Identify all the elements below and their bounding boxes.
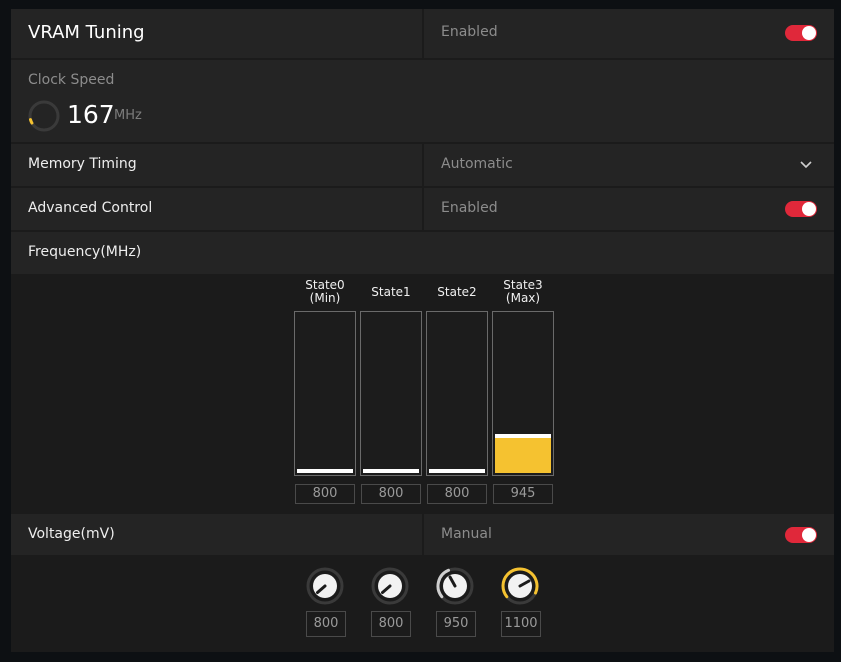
state-name: State2 bbox=[437, 285, 477, 299]
memory-timing-label: Memory Timing bbox=[28, 156, 137, 172]
frequency-label: Frequency(MHz) bbox=[28, 244, 142, 260]
vram-tuning-title-cell: VRAM Tuning bbox=[11, 9, 422, 58]
chevron-down-icon bbox=[800, 161, 812, 169]
state3-slider[interactable] bbox=[492, 311, 554, 476]
page-title: VRAM Tuning bbox=[28, 22, 145, 43]
voltage-row: Voltage(mV) Manual bbox=[11, 514, 834, 555]
memory-timing-label-cell: Memory Timing bbox=[11, 144, 422, 186]
state-name: State1 bbox=[371, 285, 411, 299]
slider-handle[interactable] bbox=[363, 469, 419, 473]
state2-value[interactable]: 800 bbox=[427, 484, 487, 504]
memory-timing-row: Memory Timing Automatic bbox=[11, 144, 834, 186]
advanced-control-label-cell: Advanced Control bbox=[11, 188, 422, 230]
voltage-value-0[interactable]: 800 bbox=[306, 611, 346, 637]
clock-speed-unit: MHz bbox=[114, 108, 142, 123]
voltage-mode-cell: Manual bbox=[424, 514, 834, 555]
voltage-value-1[interactable]: 800 bbox=[371, 611, 411, 637]
voltage-knob-3[interactable] bbox=[500, 566, 540, 606]
vram-tuning-status: Enabled bbox=[441, 24, 498, 40]
vram-tuning-status-cell: Enabled bbox=[424, 9, 834, 58]
slider-handle[interactable] bbox=[297, 469, 353, 473]
frequency-row: Frequency(MHz) bbox=[11, 232, 834, 274]
state1-value[interactable]: 800 bbox=[361, 484, 421, 504]
slider-handle[interactable] bbox=[495, 434, 551, 438]
clock-speed-value: 167 bbox=[67, 100, 115, 129]
state1-slider[interactable] bbox=[360, 311, 422, 476]
voltage-knobs: 800 800 950 1100 bbox=[11, 555, 834, 652]
voltage-knob-1[interactable] bbox=[370, 566, 410, 606]
clock-gauge-icon bbox=[28, 100, 60, 132]
state2-slider[interactable] bbox=[426, 311, 488, 476]
advanced-control-status: Enabled bbox=[441, 200, 498, 216]
advanced-control-status-cell: Enabled bbox=[424, 188, 834, 230]
vram-tuning-panel: VRAM Tuning Enabled Clock Speed 167 MHz … bbox=[11, 9, 834, 652]
clock-speed-label: Clock Speed bbox=[28, 72, 115, 88]
state0-slider[interactable] bbox=[294, 311, 356, 476]
advanced-control-toggle[interactable] bbox=[785, 201, 817, 217]
memory-timing-dropdown[interactable]: Automatic bbox=[424, 144, 834, 186]
toggle-knob bbox=[802, 528, 816, 542]
state0-value[interactable]: 800 bbox=[295, 484, 355, 504]
clock-speed-row: Clock Speed 167 MHz bbox=[11, 60, 834, 142]
voltage-value-2[interactable]: 950 bbox=[436, 611, 476, 637]
vram-tuning-row: VRAM Tuning Enabled bbox=[11, 9, 834, 58]
state3-value[interactable]: 945 bbox=[493, 484, 553, 504]
voltage-knob-2[interactable] bbox=[435, 566, 475, 606]
voltage-label-cell: Voltage(mV) bbox=[11, 514, 422, 555]
advanced-control-row: Advanced Control Enabled bbox=[11, 188, 834, 230]
voltage-value-3[interactable]: 1100 bbox=[501, 611, 541, 637]
state-sub: (Min) bbox=[309, 291, 341, 305]
toggle-knob bbox=[802, 26, 816, 40]
state-label: State3 (Max) bbox=[492, 279, 554, 305]
voltage-label: Voltage(mV) bbox=[28, 526, 115, 542]
toggle-knob bbox=[802, 202, 816, 216]
memory-timing-value: Automatic bbox=[441, 156, 513, 172]
voltage-toggle[interactable] bbox=[785, 527, 817, 543]
slider-handle[interactable] bbox=[429, 469, 485, 473]
frequency-states: State0 (Min) 800 State1 800 State2 800 S… bbox=[11, 274, 834, 514]
state-sub: (Max) bbox=[505, 291, 541, 305]
advanced-control-label: Advanced Control bbox=[28, 200, 153, 216]
state-label: State2 bbox=[426, 286, 488, 299]
slider-fill bbox=[495, 438, 551, 473]
state-label: State1 bbox=[360, 286, 422, 299]
voltage-mode: Manual bbox=[441, 526, 492, 542]
vram-tuning-toggle[interactable] bbox=[785, 25, 817, 41]
state-label: State0 (Min) bbox=[294, 279, 356, 305]
voltage-knob-0[interactable] bbox=[305, 566, 345, 606]
